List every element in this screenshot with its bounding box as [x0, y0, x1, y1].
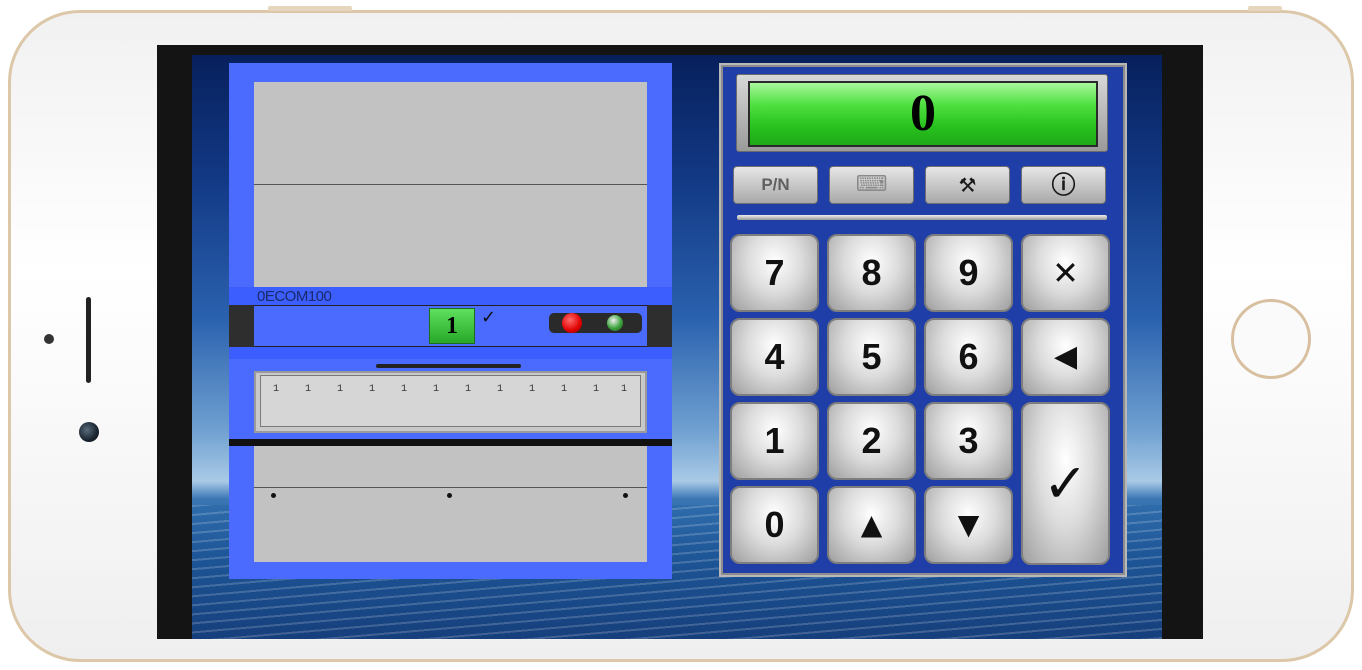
info-icon[interactable]: ⓘ	[1021, 166, 1106, 204]
quantity-badge[interactable]: 1	[429, 308, 475, 344]
ruler-tick: 1	[433, 384, 440, 395]
ruler-tick: 1	[273, 384, 280, 395]
confirm-check-icon: ✓	[481, 307, 497, 328]
key-2[interactable]: 2	[827, 402, 916, 480]
key-6[interactable]: 6	[924, 318, 1013, 396]
home-button[interactable]	[1231, 299, 1311, 379]
cabinet-tray-top	[254, 82, 647, 184]
proximity-sensor	[44, 334, 54, 344]
ruler-tick: 1	[337, 384, 344, 395]
key-0[interactable]: 0	[730, 486, 819, 564]
bay-label: 0ECOM100	[257, 288, 332, 305]
down-arrow-icon[interactable]: ▼	[924, 486, 1013, 564]
key-8[interactable]: 8	[827, 234, 916, 312]
key-9[interactable]: 9	[924, 234, 1013, 312]
keyboard-icon[interactable]: ⌨	[829, 166, 914, 204]
ruler-tick: 1	[561, 384, 568, 395]
separator-bar	[737, 215, 1107, 220]
ruler-tick: 1	[401, 384, 408, 395]
ruler-tick: 1	[465, 384, 472, 395]
key-4[interactable]: 4	[730, 318, 819, 396]
phone-screen: 0ECOM100 1 ✓ 1 1 1 1 1 1 1 1 1 1 1 1 0 P…	[157, 45, 1203, 639]
red-status-light-icon	[562, 313, 582, 333]
up-arrow-icon[interactable]: ▲	[827, 486, 916, 564]
cabinet-tray-second	[254, 185, 647, 287]
green-status-light-icon	[607, 315, 623, 331]
cabinet-tray-lower	[254, 446, 647, 487]
ruler-tick: 1	[305, 384, 312, 395]
tools-icon[interactable]: ⚒	[925, 166, 1010, 204]
tray-rivet	[623, 493, 628, 498]
front-camera	[79, 422, 99, 442]
tray-rivet	[271, 493, 276, 498]
speaker-grille	[86, 297, 91, 383]
tray-ruler: 1 1 1 1 1 1 1 1 1 1 1 1	[260, 375, 641, 427]
tray-handle[interactable]	[376, 364, 521, 368]
enter-check-icon[interactable]: ✓	[1021, 402, 1110, 565]
tray-rivet	[447, 493, 452, 498]
key-5[interactable]: 5	[827, 318, 916, 396]
quantity-display: 0	[748, 81, 1098, 147]
ruler-tick: 1	[621, 384, 628, 395]
pn-button[interactable]: P/N	[733, 166, 818, 204]
bay-edge-bar	[229, 439, 672, 446]
key-7[interactable]: 7	[730, 234, 819, 312]
ruler-tick: 1	[529, 384, 536, 395]
cabinet-tray-bottom	[254, 488, 647, 562]
ruler-tick: 1	[593, 384, 600, 395]
volume-button	[268, 6, 352, 11]
key-3[interactable]: 3	[924, 402, 1013, 480]
app-background: 0ECOM100 1 ✓ 1 1 1 1 1 1 1 1 1 1 1 1 0 P…	[192, 55, 1162, 639]
ruler-tick: 1	[369, 384, 376, 395]
clear-icon[interactable]: ✕	[1021, 234, 1110, 312]
ruler-tick: 1	[497, 384, 504, 395]
power-button	[1248, 6, 1282, 11]
key-1[interactable]: 1	[730, 402, 819, 480]
backspace-icon[interactable]: ◀	[1021, 318, 1110, 396]
